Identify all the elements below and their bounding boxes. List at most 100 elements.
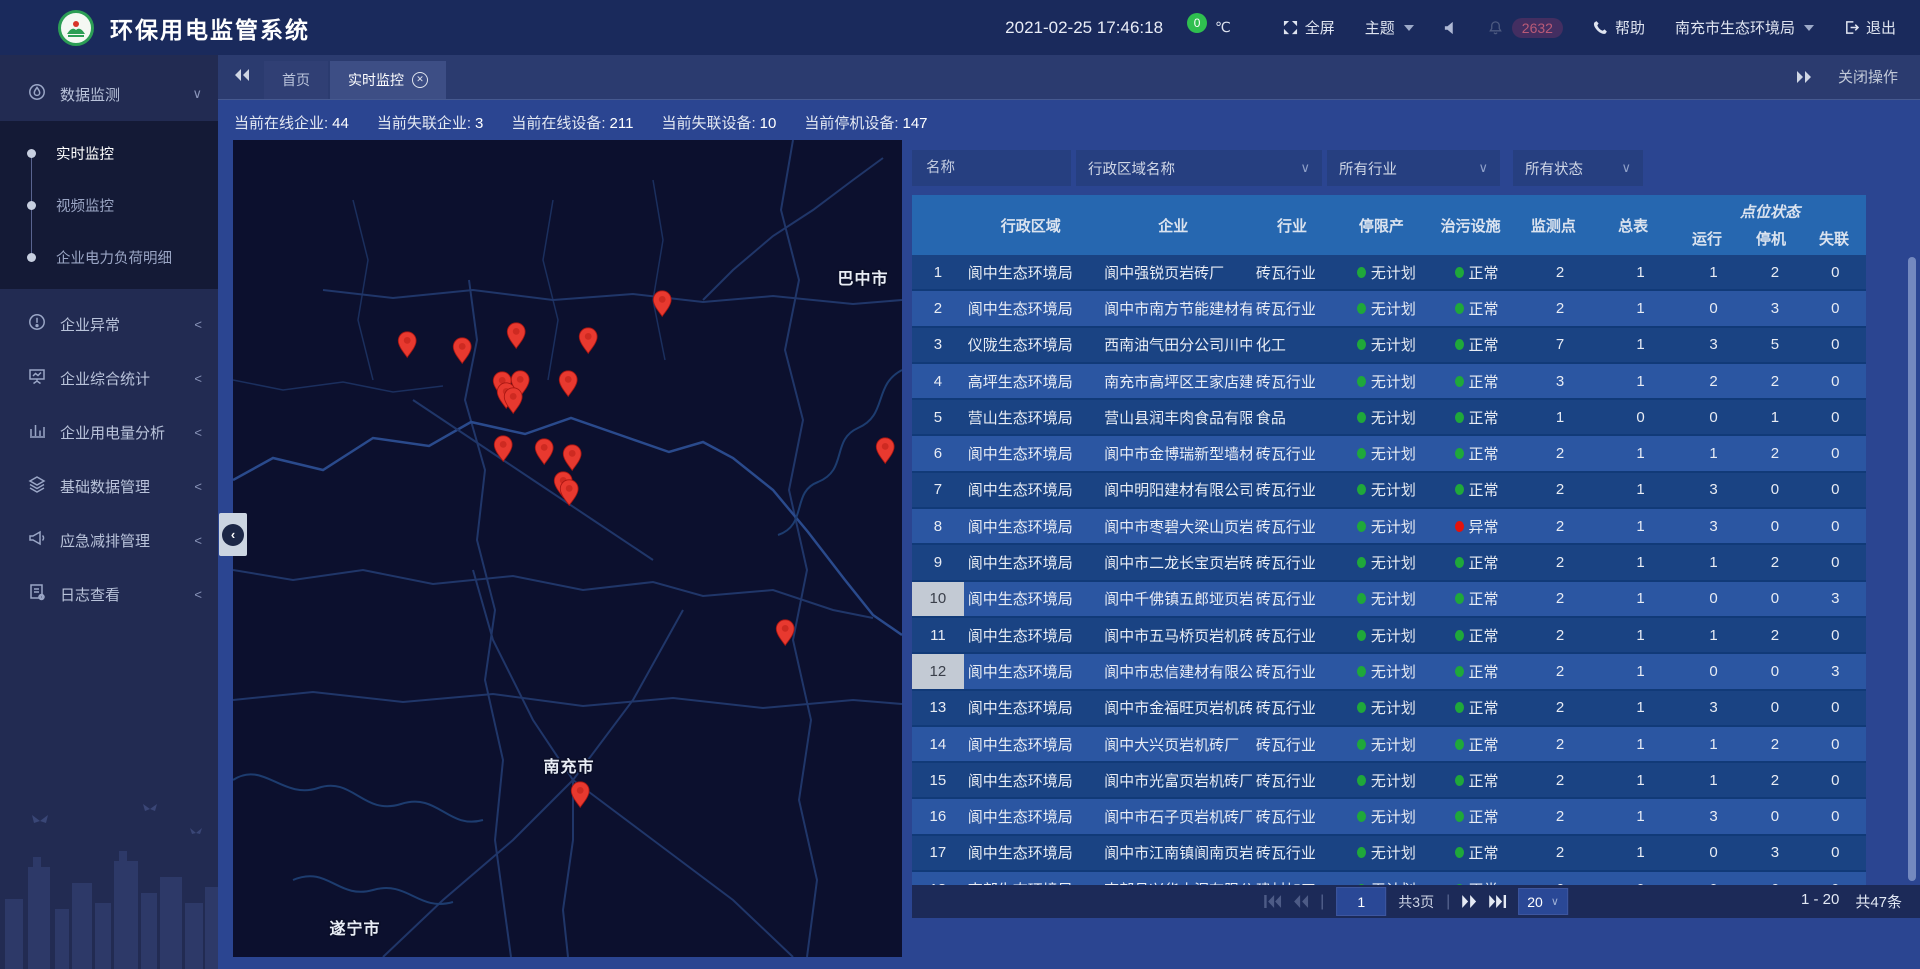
row-number: 1 bbox=[912, 255, 964, 289]
cell-facility-status: 正常 bbox=[1432, 691, 1520, 725]
cell-company: 阆中市南方节能建材有 bbox=[1100, 291, 1252, 325]
tab-realtime-monitor[interactable]: 实时监控 ✕ bbox=[330, 61, 446, 99]
notifications-button[interactable]: 2632 bbox=[1488, 18, 1563, 38]
region-filter-select[interactable]: 行政区域名称 ∨ bbox=[1076, 150, 1322, 186]
cell-company: 阆中市枣碧大梁山页岩 bbox=[1100, 509, 1252, 543]
sidebar-group-0[interactable]: 数据监测∨ bbox=[0, 67, 218, 121]
status-dot-green bbox=[1357, 811, 1366, 822]
cell-company: 阆中市金福旺页岩机砖 bbox=[1100, 691, 1252, 725]
cell-industry: 砖瓦行业 bbox=[1252, 473, 1340, 507]
sidebar-group-4[interactable]: 基础数据管理< bbox=[0, 459, 218, 513]
cell-disconnected: 0 bbox=[1805, 436, 1866, 470]
region-filter-value: 行政区域名称 bbox=[1088, 158, 1175, 179]
tab-home[interactable]: 首页 bbox=[264, 61, 328, 99]
table-row[interactable]: 16 阆中生态环境局 阆中市石子页岩机砖厂 砖瓦行业 无计划 正常 2 1 3 … bbox=[912, 799, 1866, 835]
chevron-down-icon: ∨ bbox=[192, 86, 202, 102]
table-row[interactable]: 10 阆中生态环境局 阆中千佛镇五郎垭页岩 砖瓦行业 无计划 正常 2 1 0 … bbox=[912, 582, 1866, 618]
city-label: 遂宁市 bbox=[329, 919, 380, 938]
stat-item: 当前在线企业:44 bbox=[234, 112, 349, 133]
cell-industry: 砖瓦行业 bbox=[1252, 545, 1340, 579]
table-row[interactable]: 13 阆中生态环境局 阆中市金福旺页岩机砖 砖瓦行业 无计划 正常 2 1 3 … bbox=[912, 691, 1866, 727]
cell-total-meter: 0 bbox=[1599, 872, 1682, 885]
tabs-scroll-right-button[interactable] bbox=[1796, 70, 1812, 84]
mute-button[interactable] bbox=[1444, 21, 1458, 35]
table-row[interactable]: 8 阆中生态环境局 阆中市枣碧大梁山页岩 砖瓦行业 无计划 异常 2 1 3 0… bbox=[912, 509, 1866, 545]
sidebar-group-3[interactable]: 企业用电量分析< bbox=[0, 405, 218, 459]
map-collapse-button[interactable]: ‹ bbox=[219, 513, 247, 556]
log-file-icon bbox=[28, 583, 46, 605]
cell-total-meter: 1 bbox=[1599, 763, 1682, 797]
theme-dropdown[interactable]: 主题 bbox=[1365, 17, 1414, 38]
brand: 环保用电监管系统 bbox=[58, 10, 310, 46]
first-page-button[interactable] bbox=[1264, 895, 1281, 908]
fullscreen-button[interactable]: 全屏 bbox=[1283, 17, 1335, 38]
sidebar-item-1[interactable]: 视频监控 bbox=[0, 179, 218, 231]
sidebar-group-5[interactable]: 应急减排管理< bbox=[0, 513, 218, 567]
table-row[interactable]: 4 高坪生态环境局 南充市高坪区王家店建 砖瓦行业 无计划 正常 3 1 2 2… bbox=[912, 364, 1866, 400]
col-industry: 行业 bbox=[1248, 195, 1335, 255]
cell-stop-status: 无计划 bbox=[1340, 364, 1432, 398]
phone-icon bbox=[1593, 20, 1608, 35]
status-filter-select[interactable]: 所有状态 ∨ bbox=[1513, 150, 1643, 186]
cell-total-meter: 1 bbox=[1599, 727, 1682, 761]
table-row[interactable]: 3 仪陇生态环境局 西南油气田分公司川中 化工 无计划 正常 7 1 3 5 0 bbox=[912, 328, 1866, 364]
prev-page-button[interactable] bbox=[1293, 895, 1308, 908]
cell-disconnected: 3 bbox=[1805, 654, 1866, 688]
sidebar-group-6[interactable]: 日志查看< bbox=[0, 567, 218, 621]
page-size-select[interactable]: 20 ∨ bbox=[1518, 888, 1568, 915]
cell-region: 阆中生态环境局 bbox=[964, 727, 1100, 761]
cell-monitor-points: 2 bbox=[1521, 763, 1600, 797]
sidebar-item-2[interactable]: 企业电力负荷明细 bbox=[0, 231, 218, 283]
cell-monitor-points: 2 bbox=[1521, 799, 1600, 833]
table-row[interactable]: 2 阆中生态环境局 阆中市南方节能建材有 砖瓦行业 无计划 正常 2 1 0 3… bbox=[912, 291, 1866, 327]
sidebar-item-0[interactable]: 实时监控 bbox=[0, 127, 218, 179]
cell-running: 1 bbox=[1682, 727, 1745, 761]
cell-stop-status: 无计划 bbox=[1340, 473, 1432, 507]
cell-running: 1 bbox=[1682, 436, 1745, 470]
org-dropdown[interactable]: 南充市生态环境局 bbox=[1675, 17, 1814, 38]
close-operations-button[interactable]: 关闭操作 bbox=[1838, 66, 1898, 87]
cell-monitor-points: 7 bbox=[1521, 328, 1600, 362]
cell-company: 西南油气田分公司川中 bbox=[1100, 328, 1252, 362]
table-row[interactable]: 17 阆中生态环境局 阆中市江南镇阆南页岩 砖瓦行业 无计划 正常 2 1 0 … bbox=[912, 836, 1866, 872]
table-row[interactable]: 1 阆中生态环境局 阆中强锐页岩砖厂 砖瓦行业 无计划 正常 2 1 1 2 0 bbox=[912, 255, 1866, 291]
table-row[interactable]: 6 阆中生态环境局 阆中市金博瑞新型墙材 砖瓦行业 无计划 正常 2 1 1 2… bbox=[912, 436, 1866, 472]
status-dot-red bbox=[1455, 521, 1464, 532]
vertical-scrollbar-thumb[interactable] bbox=[1908, 257, 1916, 881]
sidebar-group-1[interactable]: 企业异常< bbox=[0, 297, 218, 351]
cell-monitor-points: 2 bbox=[1521, 618, 1600, 652]
table-row[interactable]: 12 阆中生态环境局 阆中市忠信建材有限公 砖瓦行业 无计划 正常 2 1 0 … bbox=[912, 654, 1866, 690]
help-button[interactable]: 帮助 bbox=[1593, 17, 1645, 38]
table-row[interactable]: 15 阆中生态环境局 阆中市光富页岩机砖厂 砖瓦行业 无计划 正常 2 1 1 … bbox=[912, 763, 1866, 799]
name-filter-input[interactable] bbox=[924, 159, 1059, 177]
table-row[interactable]: 9 阆中生态环境局 阆中市二龙长宝页岩砖 砖瓦行业 无计划 正常 2 1 1 2… bbox=[912, 545, 1866, 581]
weather-temperature: 0 ℃ bbox=[1187, 19, 1231, 36]
cell-total-meter: 1 bbox=[1599, 799, 1682, 833]
table-row[interactable]: 18 南部生态环境局 南部县兴华水泥有限公 建材加工 无计划 正常 6 0 0 … bbox=[912, 872, 1866, 885]
last-page-button[interactable] bbox=[1489, 895, 1506, 908]
first-page-icon bbox=[1264, 895, 1281, 908]
logout-button[interactable]: 退出 bbox=[1844, 17, 1896, 38]
status-dot-green bbox=[1357, 775, 1366, 786]
status-dot-green bbox=[1455, 739, 1464, 750]
table-row[interactable]: 5 营山生态环境局 营山县润丰肉食品有限 食品 无计划 正常 1 0 0 1 0 bbox=[912, 400, 1866, 436]
table-row[interactable]: 11 阆中生态环境局 阆中市五马桥页岩机砖 砖瓦行业 无计划 正常 2 1 1 … bbox=[912, 618, 1866, 654]
cell-stopped: 3 bbox=[1745, 836, 1804, 870]
row-number: 9 bbox=[912, 545, 964, 579]
tabs-scroll-left-button[interactable] bbox=[234, 68, 250, 87]
table-row[interactable]: 7 阆中生态环境局 阆中明阳建材有限公司 砖瓦行业 无计划 正常 2 1 3 0… bbox=[912, 473, 1866, 509]
map[interactable]: 巴中市 南充市 遂宁市 bbox=[233, 140, 902, 957]
tab-close-icon[interactable]: ✕ bbox=[412, 72, 428, 88]
cell-total-meter: 1 bbox=[1599, 291, 1682, 325]
cell-facility-status: 正常 bbox=[1432, 328, 1520, 362]
city-skyline-decoration bbox=[0, 799, 218, 969]
stat-label: 当前在线设备: bbox=[511, 115, 605, 132]
page-number-input[interactable] bbox=[1336, 887, 1386, 916]
cell-region: 阆中生态环境局 bbox=[964, 436, 1100, 470]
cell-industry: 化工 bbox=[1252, 328, 1340, 362]
next-page-button[interactable] bbox=[1462, 895, 1477, 908]
industry-filter-select[interactable]: 所有行业 ∨ bbox=[1327, 150, 1500, 186]
table-row[interactable]: 14 阆中生态环境局 阆中大兴页岩机砖厂 砖瓦行业 无计划 正常 2 1 1 2… bbox=[912, 727, 1866, 763]
stat-label: 当前失联设备: bbox=[661, 115, 755, 132]
sidebar-group-2[interactable]: 企业综合统计< bbox=[0, 351, 218, 405]
